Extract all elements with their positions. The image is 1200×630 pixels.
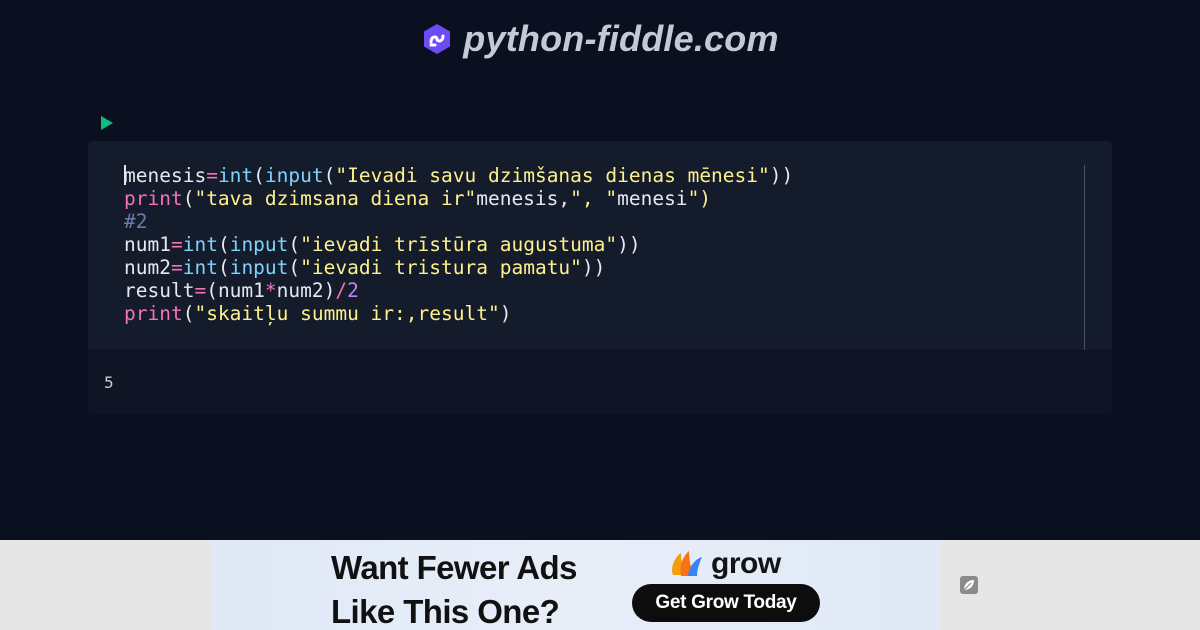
code-token: = bbox=[170, 256, 183, 279]
code-token: ( bbox=[182, 187, 195, 210]
code-token: input bbox=[229, 233, 289, 256]
code-token: print bbox=[124, 187, 183, 210]
code-token: int bbox=[182, 256, 218, 279]
code-line[interactable]: #2 bbox=[124, 210, 793, 233]
code-token: num1 bbox=[124, 233, 171, 256]
page: python-fiddle.com menesis=int(input("Iev… bbox=[0, 0, 1200, 630]
code-token: menesis, bbox=[476, 187, 571, 210]
code-token: num2 bbox=[124, 256, 171, 279]
code-token: )) bbox=[617, 233, 641, 256]
code-token: int bbox=[182, 233, 218, 256]
code-token: ( bbox=[253, 164, 265, 187]
ad-headline: Want Fewer Ads Like This One? bbox=[331, 546, 577, 630]
play-icon[interactable] bbox=[99, 114, 115, 132]
editor-scrollbar[interactable] bbox=[1084, 165, 1085, 350]
code-token: "tava dzimsana diena ir" bbox=[194, 187, 477, 210]
site-title[interactable]: python-fiddle.com bbox=[463, 18, 778, 60]
code-token: "ievadi trīstūra augustuma" bbox=[300, 233, 618, 256]
code-token: ( bbox=[288, 256, 301, 279]
site-header: python-fiddle.com bbox=[0, 18, 1200, 60]
grow-flame-icon bbox=[672, 551, 702, 576]
ad-bar: Want Fewer Ads Like This One? grow Get G… bbox=[0, 540, 1200, 630]
code-line[interactable]: print("skaitļu summu ir:,result") bbox=[124, 302, 793, 325]
code-token: input bbox=[264, 164, 324, 187]
ad-headline-line1: Want Fewer Ads bbox=[331, 549, 577, 586]
grow-wordmark: grow bbox=[711, 547, 781, 580]
code-token: )) bbox=[581, 256, 606, 279]
output-text: 5 bbox=[104, 373, 114, 392]
code-token: = bbox=[194, 279, 207, 302]
code-token: 2 bbox=[347, 279, 359, 302]
code-token: / bbox=[335, 279, 348, 302]
code-line[interactable]: num1=int(input("ievadi trīstūra augustum… bbox=[124, 233, 793, 256]
code-token: ( bbox=[288, 233, 301, 256]
code-token: )) bbox=[769, 164, 794, 187]
code-token: result bbox=[124, 279, 195, 302]
code-token: ( bbox=[182, 302, 195, 325]
code-line[interactable]: menesis=int(input("Ievadi savu dzimšanas… bbox=[124, 164, 793, 187]
code-token: ( bbox=[217, 233, 230, 256]
code-editor[interactable]: menesis=int(input("Ievadi savu dzimšanas… bbox=[88, 141, 1112, 350]
leaf-icon[interactable] bbox=[960, 576, 978, 594]
code-token: int bbox=[217, 164, 254, 187]
code-token: menesi bbox=[617, 187, 688, 210]
code-token: "skaitļu summu ir:,result" bbox=[194, 302, 500, 325]
code-token: num2) bbox=[276, 279, 336, 302]
code-token: (num1 bbox=[206, 279, 265, 302]
code-token: * bbox=[264, 279, 277, 302]
code-token: #2 bbox=[124, 210, 148, 233]
code-token: = bbox=[170, 233, 183, 256]
code-line[interactable]: num2=int(input("ievadi tristura pamatu")… bbox=[124, 256, 793, 279]
grow-logo: grow bbox=[669, 547, 781, 581]
code-token: menesis bbox=[124, 164, 207, 187]
python-fiddle-logo-icon[interactable] bbox=[421, 23, 453, 55]
code-token: ( bbox=[323, 164, 336, 187]
code-token: "Ievadi savu dzimšanas dienas mēnesi" bbox=[335, 164, 770, 187]
code-token: ") bbox=[687, 187, 712, 210]
code-token: print bbox=[124, 302, 183, 325]
code-token: input bbox=[229, 256, 289, 279]
get-grow-button[interactable]: Get Grow Today bbox=[632, 584, 820, 622]
code-token: ( bbox=[217, 256, 230, 279]
code-token: ) bbox=[499, 302, 512, 325]
ad-headline-line2: Like This One? bbox=[331, 593, 560, 630]
code-line[interactable]: result=(num1*num2)/2 bbox=[124, 279, 793, 302]
code-line[interactable]: print("tava dzimsana diena ir"menesis,",… bbox=[124, 187, 793, 210]
code-token: ", " bbox=[570, 187, 618, 210]
ad-banner[interactable]: Want Fewer Ads Like This One? grow Get G… bbox=[211, 540, 939, 630]
output-panel: 5 bbox=[88, 351, 1112, 413]
code-token: = bbox=[206, 164, 218, 187]
code-content[interactable]: menesis=int(input("Ievadi savu dzimšanas… bbox=[124, 164, 793, 325]
code-token: "ievadi tristura pamatu" bbox=[300, 256, 582, 279]
